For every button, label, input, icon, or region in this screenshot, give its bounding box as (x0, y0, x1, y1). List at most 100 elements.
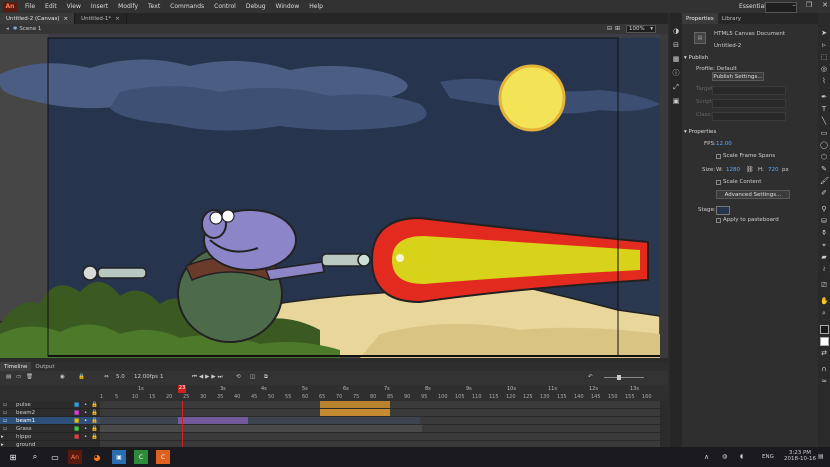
tab-untitled-2[interactable]: Untitled-2 (Canvas) × (0, 13, 76, 24)
undo-zoom-icon[interactable]: ↶ (588, 374, 593, 380)
frame-ruler[interactable]: 1s2s3s4s5s6s7s8s9s10s11s12s13s 151015202… (0, 385, 668, 401)
frame-display[interactable]: 5.0 (116, 374, 125, 380)
publish-section-header[interactable]: ▾ Publish (684, 55, 708, 61)
visibility-icon[interactable]: • (84, 418, 87, 424)
layer-pulse[interactable]: ▫ pulse ■ • 🔒 (0, 401, 100, 409)
lock-icon[interactable]: 🔒 (91, 402, 98, 408)
menu-debug[interactable]: Debug (241, 3, 271, 10)
menu-edit[interactable]: Edit (40, 3, 62, 10)
eraser-tool-icon[interactable]: ▰ (820, 253, 828, 261)
height-field[interactable]: 720 (768, 167, 779, 173)
animate-taskbar-icon[interactable]: An (68, 450, 82, 464)
smooth-icon[interactable]: ≈ (820, 377, 828, 385)
brush-tool-icon[interactable]: 🖌 (820, 177, 829, 185)
menu-file[interactable]: File (20, 3, 40, 10)
subselection-tool-icon[interactable]: ▹ (820, 41, 828, 49)
tab-library[interactable]: Library (718, 13, 745, 24)
selection-tool-icon[interactable]: ➤ (820, 29, 828, 37)
edit-scene-icon[interactable]: ⊟ (607, 25, 612, 32)
timeline-zoom-thumb[interactable] (617, 375, 621, 380)
back-arrow-icon[interactable]: ◂ (6, 26, 9, 32)
info-panel-icon[interactable]: ⓘ (672, 69, 680, 77)
visibility-icon[interactable]: • (84, 402, 87, 408)
timeline-zoom-slider[interactable] (604, 377, 644, 378)
scene-label[interactable]: Scene 1 (19, 26, 41, 32)
network-icon[interactable]: ◍ (722, 453, 727, 460)
bone-tool-icon[interactable]: ⚲ (820, 205, 828, 213)
tab-untitled-1[interactable]: Untitled-1* × (75, 13, 127, 24)
fill-color-icon[interactable] (820, 337, 829, 346)
apply-pasteboard-checkbox[interactable]: Apply to pasteboard (716, 217, 779, 223)
fps-field[interactable]: 12.00 (716, 141, 732, 147)
lasso-tool-icon[interactable]: ⌇ (820, 77, 828, 85)
playhead-marker[interactable]: 23 (178, 385, 186, 393)
language-indicator[interactable]: ENG (762, 454, 774, 460)
task-view-icon[interactable]: ▭ (48, 450, 62, 464)
frames-pulse[interactable] (100, 401, 660, 409)
frames-grass[interactable] (100, 425, 660, 433)
onion-skin-icon[interactable]: ◫ (250, 374, 255, 380)
layer-beam2[interactable]: ▫ beam2 ■ • 🔒 (0, 409, 100, 417)
paint-brush-icon[interactable]: ✐ (820, 189, 828, 197)
frame-span[interactable] (320, 401, 390, 408)
menu-control[interactable]: Control (209, 3, 241, 10)
visibility-icon[interactable]: • (84, 410, 87, 416)
windows-start-icon[interactable]: ⊞ (6, 450, 20, 464)
frames-beam1[interactable] (100, 417, 660, 425)
app-icon-orange[interactable]: C (156, 450, 170, 464)
layer-beam1[interactable]: ▫ beam1 ■ • 🔒 (0, 417, 100, 425)
line-tool-icon[interactable]: ╲ (820, 117, 828, 125)
lock-all-icon[interactable]: 🔒 (78, 374, 85, 380)
rectangle-tool-icon[interactable]: ▭ (820, 129, 828, 137)
3d-rotation-tool-icon[interactable]: ◎ (820, 65, 828, 73)
stage-area[interactable] (0, 34, 668, 358)
menu-modify[interactable]: Modify (113, 3, 143, 10)
search-icon[interactable]: ⌕ (28, 450, 42, 464)
transform-panel-icon[interactable]: ⤢ (672, 83, 680, 91)
tab-timeline[interactable]: Timeline (0, 362, 32, 371)
new-layer-icon[interactable]: ▤ (6, 374, 11, 380)
firefox-icon[interactable]: ◕ (90, 450, 104, 464)
zoom-select[interactable]: 100% ▾ (626, 25, 656, 33)
center-frame-icon[interactable]: ⇔ (104, 374, 109, 380)
menu-help[interactable]: Help (304, 3, 328, 10)
pen-tool-icon[interactable]: ✒ (820, 93, 828, 101)
close-icon[interactable]: ✕ (822, 1, 828, 9)
app-icon-green[interactable]: C (134, 450, 148, 464)
camera-tool-icon[interactable]: ⎚ (820, 281, 828, 289)
frames-hippo[interactable] (100, 433, 660, 441)
stage-color-swatch[interactable] (716, 206, 730, 215)
color-panel-icon[interactable]: ◑ (672, 27, 680, 35)
menu-view[interactable]: View (62, 3, 86, 10)
free-transform-tool-icon[interactable]: ⬚ (820, 53, 828, 61)
loop-icon[interactable]: ⟲ (236, 374, 241, 380)
width-field[interactable]: 1280 (726, 167, 740, 173)
edit-multiple-frames-icon[interactable]: ⧉ (264, 374, 268, 381)
edit-symbols-icon[interactable]: ⊞ (615, 25, 620, 32)
menu-commands[interactable]: Commands (165, 3, 209, 10)
scale-frame-spans-checkbox[interactable]: Scale Frame Spans (716, 153, 775, 159)
scale-content-checkbox[interactable]: Scale Content (716, 179, 761, 185)
lock-icon[interactable]: 🔒 (91, 426, 98, 432)
close-icon[interactable]: × (115, 16, 120, 22)
width-tool-icon[interactable]: ≀ (820, 265, 828, 273)
align-panel-icon[interactable]: ⊟ (672, 41, 680, 49)
frame-span[interactable] (100, 425, 422, 432)
polystar-tool-icon[interactable]: ⬡ (820, 153, 828, 161)
oval-tool-icon[interactable]: ◯ (820, 141, 828, 149)
visibility-icon[interactable]: • (84, 434, 87, 440)
delete-layer-icon[interactable]: 🗑 (26, 374, 33, 380)
volume-icon[interactable]: ◖ (740, 453, 743, 460)
eyedropper-icon[interactable]: ⌖ (820, 241, 828, 249)
show-all-icon[interactable]: ◉ (60, 374, 65, 380)
notifications-icon[interactable]: ▤ (818, 453, 824, 460)
text-tool-icon[interactable]: T (820, 105, 828, 113)
paint-bucket-icon[interactable]: ⛁ (820, 217, 828, 225)
frames-beam2[interactable] (100, 409, 660, 417)
clock[interactable]: 3:23 PM 2018-10-16 (784, 450, 816, 462)
layer-hippo[interactable]: ▸ hippo ■ • 🔒 (0, 433, 100, 441)
layer-grass[interactable]: ▫ Grass ■ • 🔒 (0, 425, 100, 433)
maximize-icon[interactable]: ❐ (806, 1, 812, 9)
minimize-icon[interactable]: – (792, 1, 796, 9)
new-folder-icon[interactable]: ▭ (16, 374, 21, 380)
